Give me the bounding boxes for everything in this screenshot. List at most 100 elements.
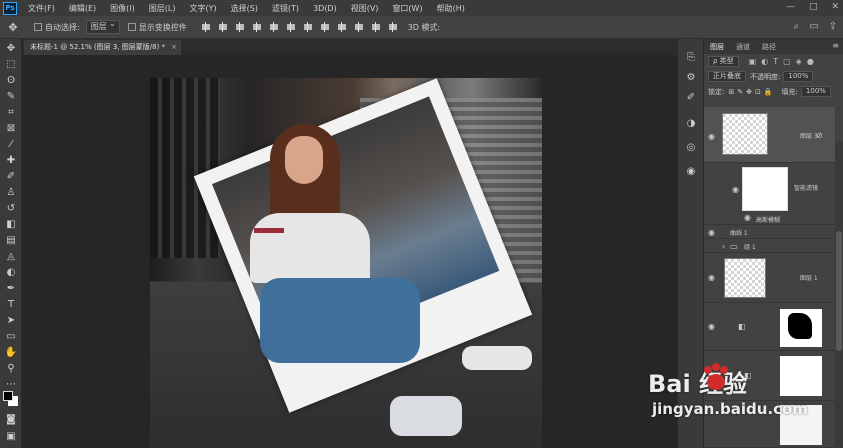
link-icon[interactable]: ⊘ bbox=[816, 131, 823, 140]
distribute-right-icon[interactable] bbox=[388, 22, 398, 32]
visibility-eye-icon[interactable]: ◉ bbox=[708, 132, 715, 141]
tab-paths[interactable]: 路径 bbox=[756, 42, 782, 52]
visibility-eye-icon[interactable]: ◉ bbox=[708, 228, 715, 237]
layer-row-group[interactable]: › ▭ 组 1 bbox=[704, 239, 835, 253]
align-vcenter-icon[interactable] bbox=[218, 22, 228, 32]
menu-layer[interactable]: 图层(L) bbox=[142, 3, 183, 14]
filter-smart-icon[interactable]: ◈ bbox=[796, 57, 802, 66]
gradient-tool-icon[interactable]: ▤ bbox=[3, 234, 19, 247]
distribute-hcenter-icon[interactable] bbox=[371, 22, 381, 32]
quick-select-tool-icon[interactable]: ✎ bbox=[3, 90, 19, 103]
visibility-eye-icon[interactable]: ◉ bbox=[708, 273, 715, 282]
zoom-tool-icon[interactable]: ⚲ bbox=[3, 362, 19, 375]
menu-type[interactable]: 文字(Y) bbox=[182, 3, 223, 14]
healing-brush-icon[interactable]: ✚ bbox=[3, 154, 19, 167]
align-bottom-icon[interactable] bbox=[235, 22, 245, 32]
align-left-icon[interactable] bbox=[252, 22, 262, 32]
auto-select-checkbox[interactable] bbox=[34, 23, 42, 31]
menu-edit[interactable]: 编辑(E) bbox=[62, 3, 103, 14]
search-icon[interactable]: ⌕ bbox=[794, 21, 800, 32]
menu-3d[interactable]: 3D(D) bbox=[306, 4, 344, 13]
type-tool-icon[interactable]: T bbox=[3, 298, 19, 311]
align-top-icon[interactable] bbox=[201, 22, 211, 32]
share-icon[interactable]: ⇪ bbox=[829, 21, 837, 32]
menu-image[interactable]: 图像(I) bbox=[103, 3, 142, 14]
distribute-left-icon[interactable] bbox=[354, 22, 364, 32]
canvas-area[interactable] bbox=[22, 55, 677, 448]
lock-icons[interactable]: ⊞✎✥⊡🔒 bbox=[728, 88, 775, 96]
show-transform-checkbox[interactable] bbox=[127, 23, 136, 31]
shape-tool-icon[interactable]: ▭ bbox=[3, 330, 19, 343]
auto-select-dropdown[interactable]: 图层 bbox=[85, 18, 120, 34]
adjustments-panel-icon[interactable]: ◑ bbox=[684, 117, 698, 131]
brush-tool-icon[interactable]: ✐ bbox=[3, 170, 19, 183]
crop-tool-icon[interactable]: ⌗ bbox=[3, 106, 19, 119]
menu-view[interactable]: 视图(V) bbox=[344, 3, 386, 14]
swatches-panel-icon[interactable]: ◎ bbox=[684, 141, 698, 155]
align-hcenter-icon[interactable] bbox=[269, 22, 279, 32]
visibility-eye-icon[interactable]: ◉ bbox=[708, 322, 715, 331]
layer-row-curves[interactable]: ◉ 曲线 1 bbox=[704, 225, 835, 239]
layer-kind-filter[interactable]: ρ 类型 bbox=[708, 56, 739, 67]
blur-tool-icon[interactable]: ◬ bbox=[3, 250, 19, 263]
align-right-icon[interactable] bbox=[286, 22, 296, 32]
workspace-icon[interactable]: ▭ bbox=[809, 21, 818, 32]
maximize-icon[interactable]: □ bbox=[809, 2, 818, 12]
filter-pixel-icon[interactable]: ▣ bbox=[749, 57, 757, 66]
history-panel-icon[interactable]: ⎘ bbox=[684, 51, 698, 65]
dodge-tool-icon[interactable]: ◐ bbox=[3, 266, 19, 279]
filter-adjust-icon[interactable]: ◐ bbox=[761, 57, 768, 66]
blend-mode-dropdown[interactable]: 正片叠底 bbox=[708, 71, 746, 82]
hand-tool-icon[interactable]: ✋ bbox=[3, 346, 19, 359]
menu-help[interactable]: 帮助(H) bbox=[430, 3, 472, 14]
menu-filter[interactable]: 滤镜(T) bbox=[265, 3, 306, 14]
visibility-eye-icon[interactable]: ◉ bbox=[732, 185, 739, 194]
mask-thumbnail bbox=[780, 309, 822, 347]
path-select-icon[interactable]: ➤ bbox=[3, 314, 19, 327]
eyedropper-tool-icon[interactable]: ⁄ bbox=[3, 138, 19, 151]
eraser-tool-icon[interactable]: ◧ bbox=[3, 218, 19, 231]
close-icon[interactable]: ✕ bbox=[831, 2, 839, 12]
color-panel-icon[interactable]: ◉ bbox=[684, 165, 698, 179]
fill-field[interactable]: 100% bbox=[800, 86, 831, 97]
move-tool-icon[interactable]: ✥ bbox=[3, 42, 19, 55]
panel-menu-icon[interactable]: ≡ bbox=[832, 41, 839, 50]
layer-row-mask[interactable]: ◉ 智能滤镜 ◉ 高斯模糊 bbox=[704, 163, 835, 225]
distribute-vcenter-icon[interactable] bbox=[320, 22, 330, 32]
filter-toggle-icon[interactable]: ● bbox=[807, 57, 814, 66]
folder-icon: ▭ bbox=[730, 242, 738, 251]
quick-mask-icon[interactable]: ◙ bbox=[3, 413, 19, 426]
distribute-top-icon[interactable] bbox=[303, 22, 313, 32]
filter-type-icon[interactable]: T bbox=[773, 57, 778, 66]
expand-chevron-icon[interactable]: › bbox=[722, 242, 725, 251]
distribute-bottom-icon[interactable] bbox=[337, 22, 347, 32]
clone-stamp-icon[interactable]: ♙ bbox=[3, 186, 19, 199]
opacity-field[interactable]: 100% bbox=[783, 71, 814, 82]
document-tab[interactable]: 未标题-1 @ 52.1% (图层 3, 图层蒙版/8) * × bbox=[24, 40, 182, 55]
properties-panel-icon[interactable]: ⚙ bbox=[684, 71, 698, 85]
scrollbar-thumb[interactable] bbox=[836, 231, 842, 351]
marquee-tool-icon[interactable]: ⬚ bbox=[3, 58, 19, 71]
lasso-tool-icon[interactable]: ʘ bbox=[3, 74, 19, 87]
layer-row-layer1[interactable]: ◉ 图层 1 bbox=[704, 253, 835, 303]
filter-eye-icon[interactable]: ◉ bbox=[744, 213, 751, 222]
tab-layers[interactable]: 图层 bbox=[704, 42, 730, 52]
filter-shape-icon[interactable]: ▢ bbox=[783, 57, 791, 66]
brush-panel-icon[interactable]: ✐ bbox=[684, 91, 698, 105]
menu-select[interactable]: 选择(S) bbox=[224, 3, 265, 14]
frame-tool-icon[interactable]: ⊠ bbox=[3, 122, 19, 135]
foreground-color-swatch[interactable] bbox=[3, 391, 13, 401]
move-tool-icon[interactable]: ✥ bbox=[0, 21, 26, 34]
more-tools-icon[interactable]: ⋯ bbox=[3, 378, 19, 391]
tab-channels[interactable]: 通道 bbox=[730, 42, 756, 52]
layer-row-layer3[interactable]: ◉ 图层 3 ⊘ bbox=[704, 107, 835, 163]
document-canvas[interactable] bbox=[150, 78, 542, 448]
close-tab-icon[interactable]: × bbox=[171, 40, 177, 55]
menu-window[interactable]: 窗口(W) bbox=[385, 3, 429, 14]
minimize-icon[interactable]: — bbox=[786, 2, 795, 12]
pen-tool-icon[interactable]: ✒ bbox=[3, 282, 19, 295]
layer-row-adjustment[interactable]: ◉ ◧ bbox=[704, 303, 835, 351]
screen-mode-icon[interactable]: ▣ bbox=[3, 430, 19, 443]
menu-file[interactable]: 文件(F) bbox=[21, 3, 62, 14]
history-brush-icon[interactable]: ↺ bbox=[3, 202, 19, 215]
